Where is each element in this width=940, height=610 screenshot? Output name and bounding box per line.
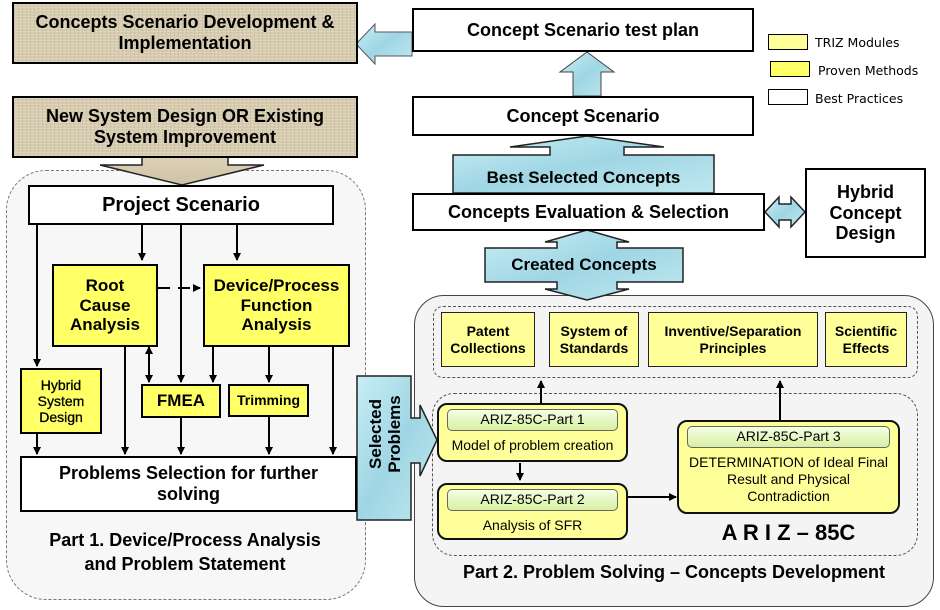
fmea-box: FMEA — [141, 384, 221, 418]
triz-module-principles: Inventive/Separation Principles — [648, 312, 818, 367]
arrow-hybrid-concept — [763, 195, 807, 229]
problems-selection-box: Problems Selection for further solving — [20, 456, 357, 512]
implementation-label: Concepts Scenario Development & Implemen… — [35, 12, 335, 53]
ariz-part1-header: ARIZ-85C-Part 1 — [447, 409, 618, 431]
legend-label-proven: Proven Methods — [818, 63, 919, 78]
best-selected-label: Best Selected Concepts — [486, 168, 681, 187]
hybrid-system-box: Hybrid System Design — [20, 368, 102, 434]
problems-selection-label: Problems Selection for further solving — [58, 463, 319, 504]
part1-title: Part 1. Device/Process Analysis and Prob… — [10, 528, 360, 576]
implementation-box: Concepts Scenario Development & Implemen… — [12, 2, 358, 64]
root-cause-box: Root Cause Analysis — [52, 264, 158, 347]
arrow-to-implementation — [355, 22, 413, 66]
triz-module-standards: System of Standards — [549, 312, 639, 367]
triz-module-effects: Scientific Effects — [825, 312, 907, 367]
start-label: New System Design OR Existing System Imp… — [45, 106, 325, 147]
trimming-label: Trimming — [236, 392, 300, 409]
part2-title: Part 2. Problem Solving – Concepts Devel… — [462, 562, 886, 582]
project-scenario-label: Project Scenario — [102, 193, 260, 216]
start-box: New System Design OR Existing System Imp… — [12, 96, 358, 158]
function-analysis-label: Device/Process Function Analysis — [213, 276, 340, 335]
evaluation-label: Concepts Evaluation & Selection — [447, 201, 730, 222]
created-concepts-label: Created Concepts — [511, 255, 657, 274]
legend-label-triz: TRIZ Modules — [815, 35, 900, 50]
ariz-label: A R I Z – 85C — [721, 520, 856, 545]
ariz-part2-body: Analysis of SFR — [482, 517, 583, 533]
triz-module-label: Patent Collections — [450, 323, 526, 356]
triz-module-label: Inventive/Separation Principles — [664, 323, 802, 356]
concept-scenario-box: Concept Scenario — [412, 96, 754, 136]
ariz-part2-header: ARIZ-85C-Part 2 — [447, 489, 618, 511]
hybrid-concept-label: Hybrid Concept Design — [829, 181, 902, 244]
legend-label-best: Best Practices — [815, 91, 904, 106]
ariz-part3-header: ARIZ-85C-Part 3 — [687, 426, 890, 448]
legend-swatch-proven — [770, 61, 810, 77]
hybrid-system-label: Hybrid System Design — [37, 376, 85, 426]
ariz-part1-box: ARIZ-85C-Part 1 Model of problem creatio… — [437, 403, 628, 462]
legend-swatch-triz — [768, 34, 808, 50]
evaluation-box: Concepts Evaluation & Selection — [412, 193, 765, 231]
problems-label: Problems — [385, 395, 404, 473]
triz-module-label: Scientific Effects — [834, 323, 898, 356]
function-analysis-box: Device/Process Function Analysis — [203, 264, 350, 347]
ariz-part1-body: Model of problem creation — [451, 437, 614, 453]
ariz-part2-box: ARIZ-85C-Part 2 Analysis of SFR — [437, 483, 628, 540]
concept-scenario-label: Concept Scenario — [506, 105, 660, 126]
part1-title-line2: and Problem Statement — [84, 554, 286, 574]
arrow-to-test-plan — [558, 51, 616, 97]
trimming-box: Trimming — [228, 384, 309, 417]
ariz-part3-body: DETERMINATION of Ideal Final Result and … — [689, 454, 888, 504]
ariz-part3-box: ARIZ-85C-Part 3 DETERMINATION of Ideal F… — [677, 420, 900, 514]
root-cause-label: Root Cause Analysis — [70, 276, 140, 335]
selected-problems-label: Selected Problems — [366, 394, 404, 474]
fmea-label: FMEA — [156, 391, 206, 411]
test-plan-label: Concept Scenario test plan — [466, 19, 700, 40]
triz-module-patent: Patent Collections — [441, 312, 535, 367]
hybrid-concept-box: Hybrid Concept Design — [805, 168, 926, 258]
project-scenario-box: Project Scenario — [28, 185, 334, 225]
test-plan-box: Concept Scenario test plan — [412, 8, 754, 52]
legend-swatch-best — [768, 89, 808, 105]
part1-title-line1: Part 1. Device/Process Analysis — [49, 530, 321, 550]
selected-label: Selected — [366, 399, 385, 469]
triz-module-label: System of Standards — [559, 323, 629, 356]
